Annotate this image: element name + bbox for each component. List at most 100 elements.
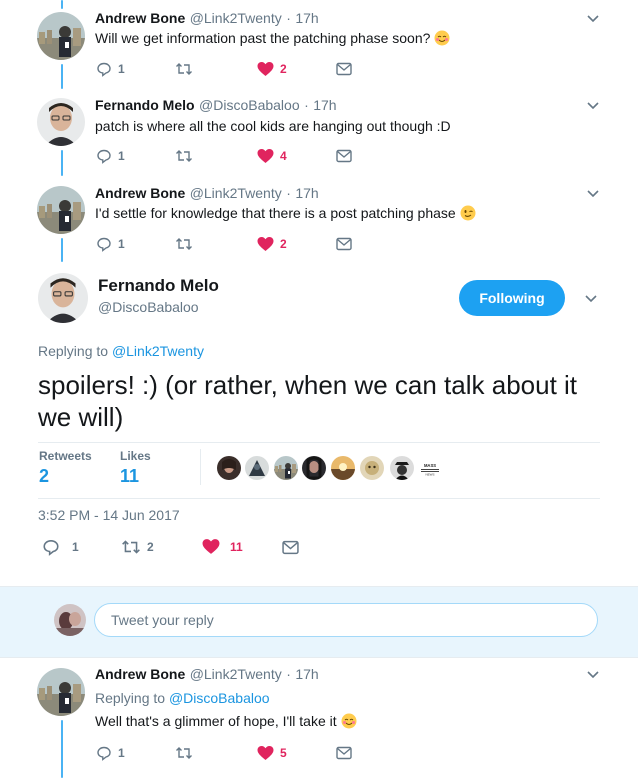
user-name[interactable]: Fernando Melo [98,276,219,296]
tweet-text-container: Will we get information past the patchin… [95,30,450,46]
heart-icon [257,62,274,76]
liker-avatar[interactable] [390,456,414,480]
avatar[interactable] [37,186,85,234]
reply-button[interactable]: 1 [96,148,125,164]
avatar[interactable] [38,273,88,323]
reply-icon [97,62,111,77]
tweet-time[interactable]: 17h [295,185,318,201]
like-count: 2 [280,62,287,76]
thread-line [61,238,63,262]
reply-icon [97,149,111,164]
tweet-timestamp[interactable]: 3:52 PM - 14 Jun 2017 [38,507,180,523]
retweet-button[interactable] [175,61,193,77]
tweet-header: Andrew Bone @Link2Twenty · 17h [95,10,319,28]
reply-count: 1 [118,746,125,760]
tweet-text: spoilers! :) (or rather, when we can tal… [38,370,578,432]
retweet-button[interactable] [175,745,193,761]
replying-to-link[interactable]: @DiscoBabaloo [169,690,270,706]
envelope-icon[interactable] [282,540,299,555]
retweet-icon [176,238,192,250]
user-handle[interactable]: @DiscoBabaloo [199,97,300,113]
like-button[interactable]: 11 [202,538,243,555]
tweet-text: Will we get information past the patchin… [95,30,431,46]
tweet-time[interactable]: 17h [313,97,336,113]
retweets-stat[interactable]: Retweets 2 [39,449,92,487]
user-name[interactable]: Fernando Melo [95,97,195,113]
user-handle[interactable]: @DiscoBabaloo [98,299,199,315]
envelope-icon[interactable] [336,149,352,163]
heart-icon [257,149,274,163]
divider [38,442,600,443]
user-name[interactable]: Andrew Bone [95,185,185,201]
like-button[interactable]: 5 [257,745,287,761]
thread-line [61,64,63,89]
thread-line [61,720,63,778]
envelope-icon[interactable] [336,62,352,76]
following-button[interactable]: Following [459,280,565,316]
like-button[interactable]: 2 [257,236,287,252]
user-name[interactable]: Andrew Bone [95,10,185,26]
retweet-button[interactable] [175,236,193,252]
avatar[interactable] [37,98,85,146]
chevron-down-icon[interactable] [585,666,601,682]
avatar[interactable] [37,12,85,60]
tweet-header: Andrew Bone @Link2Twenty · 17h [95,666,319,684]
retweet-button[interactable]: 2 [121,538,154,556]
liker-avatar[interactable] [360,456,384,480]
avatar-image [37,668,85,716]
mass-effect-news-logo[interactable]: MASS NEWS [418,456,442,480]
chevron-down-icon[interactable] [585,10,601,26]
heart-icon [257,237,274,251]
liker-avatar[interactable] [331,456,355,480]
retweet-icon [176,747,192,759]
tweet-text: patch is where all the cool kids are han… [95,118,451,134]
logo-text: MASS [424,463,436,468]
chevron-down-icon[interactable] [585,97,601,113]
user-handle[interactable]: @Link2Twenty [190,666,282,682]
likes-stat[interactable]: Likes 11 [120,449,151,487]
replying-to: Replying to @Link2Twenty [38,343,204,359]
user-name[interactable]: Andrew Bone [95,666,185,682]
liker-avatar[interactable] [302,456,326,480]
envelope-icon[interactable] [336,746,352,760]
current-user-avatar[interactable] [54,604,86,636]
retweet-button[interactable] [175,148,193,164]
envelope-icon[interactable] [336,237,352,251]
likes-label: Likes [120,449,151,463]
liker-avatar[interactable] [217,456,241,480]
avatar[interactable] [37,668,85,716]
heart-icon [202,539,220,554]
retweet-icon [176,150,192,162]
liker-avatar[interactable] [245,456,269,480]
reply-button[interactable]: 1 [96,236,125,252]
chevron-down-icon[interactable] [583,290,599,306]
reply-count: 1 [72,540,79,554]
like-button[interactable]: 2 [257,61,287,77]
reply-count: 1 [118,62,125,76]
thread-line [61,0,63,9]
retweet-count: 2 [147,540,154,554]
avatar-image [37,186,85,234]
likes-count: 11 [120,466,140,486]
tweet-time[interactable]: 17h [295,10,318,26]
user-handle[interactable]: @Link2Twenty [190,185,282,201]
tweet-time[interactable]: 17h [295,666,318,682]
replying-to-link[interactable]: @Link2Twenty [112,343,204,359]
reply-button[interactable]: 1 [96,61,125,77]
separator-dot: · [304,97,309,113]
liker-avatar[interactable] [274,456,298,480]
like-button[interactable]: 4 [257,148,287,164]
reply-icon [43,540,59,556]
tweet-header: Andrew Bone @Link2Twenty · 17h [95,185,319,203]
chevron-down-icon[interactable] [585,185,601,201]
retweets-count: 2 [39,466,50,486]
reply-icon [97,746,111,761]
reply-input[interactable]: Tweet your reply [94,603,598,637]
reply-button[interactable]: 1 [96,745,125,761]
like-count: 5 [280,746,287,760]
retweets-label: Retweets [39,449,92,463]
reply-count: 1 [118,149,125,163]
reply-button[interactable]: 1 [42,538,79,556]
user-handle[interactable]: @Link2Twenty [190,10,282,26]
like-count: 11 [230,539,243,554]
